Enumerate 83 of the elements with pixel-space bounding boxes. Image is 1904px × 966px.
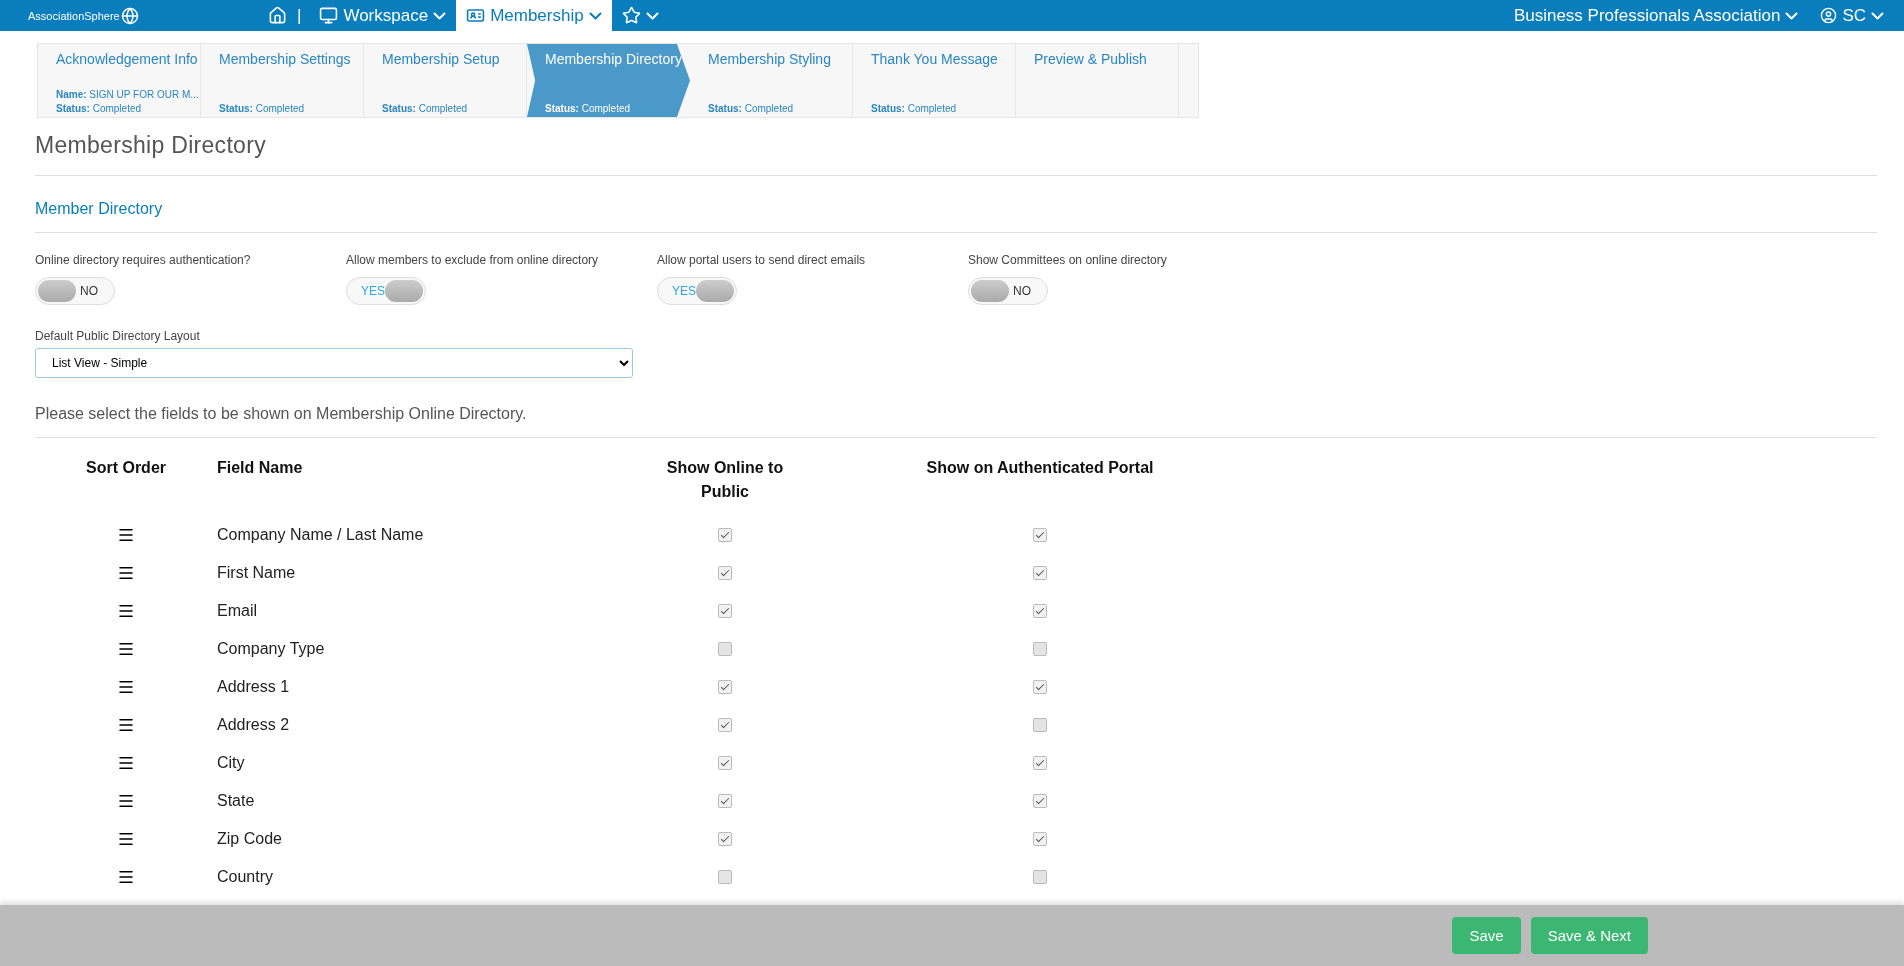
toggle-label: Allow members to exclude from online directory bbox=[346, 253, 600, 267]
column-header: Field Name bbox=[217, 458, 304, 478]
field-name: Address 2 bbox=[217, 715, 291, 735]
checkbox[interactable] bbox=[718, 680, 732, 694]
logo: AssociationSphere bbox=[28, 9, 120, 22]
divider: | bbox=[297, 5, 302, 26]
checkbox[interactable] bbox=[718, 832, 732, 846]
drag-handle-icon[interactable] bbox=[117, 640, 135, 658]
drag-handle-icon[interactable] bbox=[117, 868, 135, 886]
field-name: Email bbox=[217, 601, 258, 621]
checkbox[interactable] bbox=[718, 794, 732, 808]
toggle-switch[interactable]: YES bbox=[346, 277, 426, 305]
checkbox[interactable] bbox=[1033, 642, 1047, 656]
toggle-switch[interactable]: YES bbox=[657, 277, 737, 305]
chevron-down-icon bbox=[1871, 11, 1884, 20]
field-name: First Name bbox=[217, 563, 297, 583]
star-icon bbox=[621, 6, 641, 25]
wizard-step[interactable]: Membership Settings Status: Completed bbox=[201, 44, 364, 117]
field-name: Country bbox=[217, 867, 275, 887]
drag-handle-icon[interactable] bbox=[117, 716, 135, 734]
section-title: Member Directory bbox=[35, 200, 1877, 233]
field-name: Company Name / Last Name bbox=[217, 525, 425, 545]
organization-menu[interactable]: Business Professionals Association bbox=[1513, 5, 1799, 26]
wizard-step[interactable]: Membership Directory Status: Completed bbox=[527, 44, 690, 117]
field-name: City bbox=[217, 753, 246, 773]
monitor-icon bbox=[319, 6, 339, 25]
toggle-switch[interactable]: NO bbox=[35, 277, 115, 305]
checkbox[interactable] bbox=[1033, 604, 1047, 618]
checkbox[interactable] bbox=[718, 566, 732, 580]
page-title: Membership Directory bbox=[35, 132, 1877, 176]
user-icon bbox=[1820, 7, 1838, 24]
layout-select[interactable]: List View - Simple bbox=[35, 348, 633, 378]
checkbox[interactable] bbox=[1033, 528, 1047, 542]
field-name: Company Type bbox=[217, 639, 326, 659]
home-icon bbox=[268, 6, 287, 25]
chevron-down-icon bbox=[645, 11, 659, 20]
drag-handle-icon[interactable] bbox=[117, 602, 135, 620]
globe-icon bbox=[120, 6, 139, 25]
checkbox[interactable] bbox=[1033, 832, 1047, 846]
column-header: Show on Authenticated Portal bbox=[925, 458, 1155, 478]
checkbox[interactable] bbox=[718, 604, 732, 618]
checkbox[interactable] bbox=[718, 642, 732, 656]
column-header: Sort Order bbox=[85, 458, 167, 478]
checkbox[interactable] bbox=[718, 870, 732, 884]
drag-handle-icon[interactable] bbox=[117, 678, 135, 696]
toggle-label: Online directory requires authentication? bbox=[35, 253, 252, 267]
checkbox[interactable] bbox=[718, 718, 732, 732]
wizard-step[interactable]: Membership Setup Status: Completed bbox=[364, 44, 527, 117]
checkbox[interactable] bbox=[718, 528, 732, 542]
drag-handle-icon[interactable] bbox=[117, 830, 135, 848]
checkbox[interactable] bbox=[1033, 680, 1047, 694]
wizard-step[interactable]: Preview & Publish bbox=[1016, 44, 1179, 117]
chevron-down-icon bbox=[1785, 11, 1799, 20]
save-next-button[interactable]: Save & Next bbox=[1530, 917, 1648, 954]
instructions: Please select the fields to be shown on Membership Online Directory. bbox=[35, 405, 1877, 438]
checkbox[interactable] bbox=[1033, 870, 1047, 884]
drag-handle-icon[interactable] bbox=[117, 526, 135, 544]
save-button[interactable]: Save bbox=[1452, 917, 1521, 954]
column-header: Show Online to Public bbox=[665, 458, 785, 502]
toggle-label: Show Committees on online directory bbox=[968, 253, 1168, 267]
checkbox[interactable] bbox=[1033, 756, 1047, 770]
drag-handle-icon[interactable] bbox=[117, 754, 135, 772]
chevron-down-icon bbox=[433, 11, 447, 20]
checkbox[interactable] bbox=[1033, 566, 1047, 580]
nav-menu[interactable]: Workspace bbox=[309, 0, 457, 31]
field-name: State bbox=[217, 791, 256, 811]
drag-handle-icon[interactable] bbox=[117, 564, 135, 582]
checkbox[interactable] bbox=[1033, 718, 1047, 732]
nav-menu[interactable]: Membership bbox=[456, 0, 612, 31]
field-label: Default Public Directory Layout bbox=[35, 329, 201, 343]
checkbox[interactable] bbox=[1033, 794, 1047, 808]
wizard-step[interactable]: Membership Styling Status: Completed bbox=[690, 44, 853, 117]
user-menu[interactable]: SC bbox=[1820, 5, 1884, 26]
id-card-icon bbox=[466, 6, 486, 25]
field-name: Zip Code bbox=[217, 829, 283, 849]
toggle-label: Allow portal users to send direct emails bbox=[657, 253, 867, 267]
toggle-switch[interactable]: NO bbox=[968, 277, 1048, 305]
wizard-step[interactable]: Thank You Message Status: Completed bbox=[853, 44, 1016, 117]
chevron-down-icon bbox=[588, 11, 602, 20]
field-name: Address 1 bbox=[217, 677, 291, 697]
checkbox[interactable] bbox=[718, 756, 732, 770]
drag-handle-icon[interactable] bbox=[117, 792, 135, 810]
wizard-step[interactable]: Acknowledgement Info Name: SIGN UP FOR OUR M... Status: Completed bbox=[38, 44, 201, 117]
